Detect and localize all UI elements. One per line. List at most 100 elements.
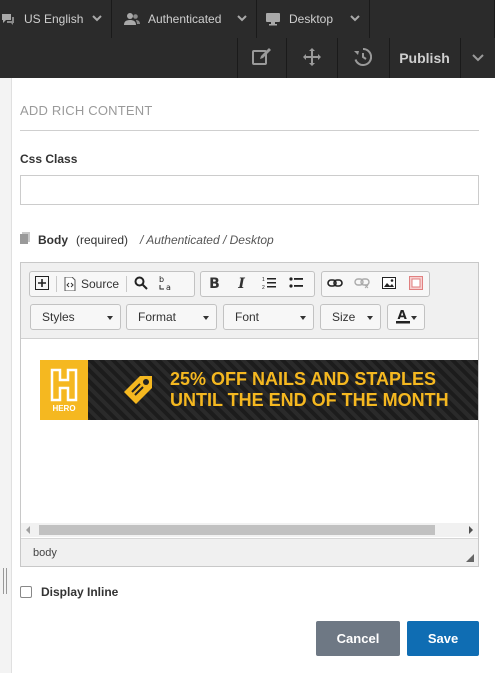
display-inline-label[interactable]: Display Inline	[41, 585, 118, 599]
search-icon	[134, 276, 148, 293]
source-label: Source	[81, 277, 120, 291]
device-selector[interactable]: Desktop	[257, 0, 370, 38]
hero-logo-icon	[50, 368, 78, 405]
replace-icon: ba	[158, 275, 174, 294]
body-path: / Authenticated / Desktop	[140, 232, 274, 247]
dropdown-arrow-icon	[107, 316, 113, 320]
scroll-right-icon[interactable]	[469, 526, 473, 534]
chevron-down-icon	[92, 12, 102, 26]
styles-dropdown[interactable]: Styles	[30, 304, 121, 330]
dropdown-arrow-icon	[367, 316, 373, 320]
image-button[interactable]	[376, 272, 403, 296]
bullet-list-icon	[288, 276, 303, 293]
scroll-left-icon[interactable]	[26, 526, 30, 534]
numbered-list-icon: 12	[262, 276, 276, 293]
promo-banner-image: HERO 25% OFF NAILS AND STAPLES UNTIL THE…	[40, 360, 478, 420]
source-button[interactable]: Source	[59, 272, 124, 296]
dropdown-arrow-icon	[300, 316, 306, 320]
numbered-list-button[interactable]: 12	[255, 272, 282, 296]
chevron-down-icon	[472, 51, 484, 65]
unlink-button[interactable]	[349, 272, 376, 296]
edit-button[interactable]	[237, 38, 285, 78]
find-button[interactable]	[129, 272, 153, 296]
bold-button[interactable]: B	[201, 272, 228, 296]
display-inline-checkbox[interactable]	[20, 586, 32, 598]
unlink-icon	[354, 277, 370, 292]
link-button[interactable]	[322, 272, 349, 296]
panel-resize-edge[interactable]	[0, 78, 12, 673]
history-icon	[354, 47, 373, 69]
scrollbar-thumb[interactable]	[39, 525, 435, 535]
svg-text:a: a	[166, 283, 171, 291]
css-class-label: Css Class	[20, 152, 78, 166]
horizontal-scrollbar[interactable]	[21, 523, 478, 537]
font-label: Font	[235, 310, 260, 324]
document-icon	[20, 232, 30, 247]
size-dropdown[interactable]: Size	[320, 304, 381, 330]
element-path[interactable]: body	[33, 547, 57, 559]
language-selector[interactable]: US English	[0, 0, 112, 38]
body-label: Body	[38, 232, 68, 247]
history-button[interactable]	[337, 38, 388, 78]
styles-label: Styles	[42, 310, 75, 324]
banner-line-2: UNTIL THE END OF THE MONTH	[170, 390, 449, 410]
rich-text-editor: Source ba B I 12 Styles Format Font Size…	[20, 262, 479, 567]
body-field-label: Body (required) / Authenticated / Deskto…	[20, 232, 274, 247]
desktop-icon	[265, 11, 281, 27]
editor-content-area[interactable]: HERO 25% OFF NAILS AND STAPLES UNTIL THE…	[21, 340, 478, 523]
italic-button[interactable]: I	[228, 272, 255, 296]
chat-icon	[0, 11, 16, 27]
panel-title: ADD RICH CONTENT	[20, 103, 153, 118]
edit-icon	[251, 47, 272, 69]
iframe-button[interactable]	[402, 272, 429, 296]
move-button[interactable]	[286, 38, 336, 78]
required-text: (required)	[76, 232, 129, 247]
dropdown-arrow-icon	[411, 316, 417, 320]
link-icon	[327, 277, 344, 291]
resize-handle-icon[interactable]	[466, 554, 474, 562]
format-dropdown[interactable]: Format	[126, 304, 217, 330]
svg-text:2: 2	[262, 285, 265, 290]
banner-line-1: 25% OFF NAILS AND STAPLES	[170, 369, 437, 389]
hero-badge: HERO	[40, 360, 88, 420]
top-bar: US English Authenticated Desktop	[0, 0, 495, 38]
resize-grip[interactable]	[3, 568, 7, 594]
hero-badge-text: HERO	[52, 404, 76, 413]
publish-button[interactable]: Publish	[389, 38, 459, 78]
css-class-input[interactable]	[20, 175, 479, 205]
editor-status-bar: body	[21, 538, 478, 566]
title-divider	[20, 130, 479, 131]
svg-text:A: A	[398, 308, 408, 322]
text-color-button[interactable]: A	[387, 304, 425, 330]
publish-options-button[interactable]	[460, 38, 495, 78]
chevron-down-icon	[350, 12, 360, 26]
banner-headline: 25% OFF NAILS AND STAPLES UNTIL THE END …	[170, 369, 449, 411]
insert-widget-button[interactable]	[30, 272, 54, 296]
format-label: Format	[138, 310, 177, 324]
svg-text:b: b	[159, 275, 164, 284]
svg-text:1: 1	[262, 277, 265, 283]
editor-toolbar: Source ba B I 12 Styles Format Font Size…	[21, 263, 478, 339]
font-dropdown[interactable]: Font	[223, 304, 314, 330]
price-tag-icon	[120, 372, 156, 411]
role-label: Authenticated	[148, 12, 222, 26]
users-icon	[124, 11, 140, 27]
language-label: US English	[24, 12, 84, 26]
cancel-button[interactable]: Cancel	[316, 621, 400, 656]
toolbar-group-format: B I 12	[200, 271, 315, 297]
role-selector[interactable]: Authenticated	[112, 0, 257, 38]
bullet-list-button[interactable]	[282, 272, 309, 296]
toolbar-group-insert: Source ba	[29, 271, 195, 297]
move-icon	[302, 47, 321, 69]
iframe-icon	[408, 275, 423, 293]
italic-icon: I	[238, 276, 245, 292]
display-inline-row: Display Inline	[20, 585, 118, 599]
text-color-icon: A	[396, 308, 410, 327]
topbar-spacer	[370, 0, 495, 38]
replace-button[interactable]: ba	[153, 272, 179, 296]
toolbar-separator	[56, 276, 57, 292]
source-icon	[64, 277, 76, 291]
plus-box-icon	[35, 275, 49, 293]
bold-icon: B	[209, 276, 220, 292]
save-button[interactable]: Save	[407, 621, 479, 656]
